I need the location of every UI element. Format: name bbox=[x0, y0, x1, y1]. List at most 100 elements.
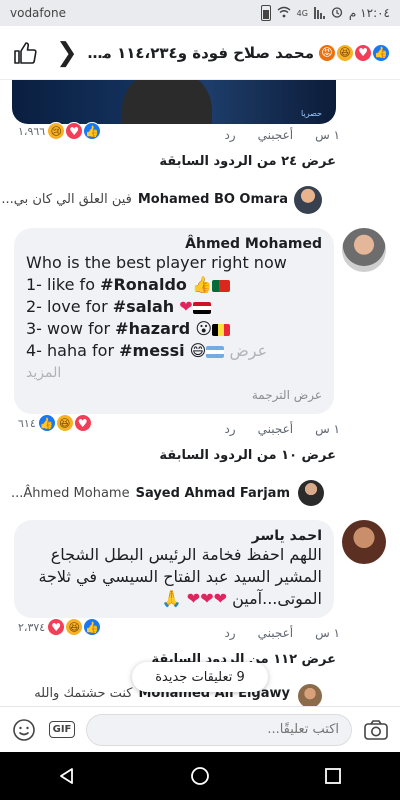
view-previous-replies[interactable]: عرض ١٠ من الردود السابقة bbox=[159, 448, 336, 463]
post-reaction-count: ١،٩٦٦ bbox=[18, 124, 46, 138]
wow-face-icon: 😮 bbox=[195, 319, 212, 338]
avatar[interactable] bbox=[294, 186, 322, 214]
comment-reaction-summary[interactable]: ٢،٣٧٤ ♥ 😆 👍 bbox=[18, 618, 102, 636]
header-title: محمد صلاح فودة و١١٤،٢٣٤ من الأ... bbox=[86, 43, 314, 62]
like-reaction-icon: 👍 bbox=[83, 122, 102, 140]
heart-icon: ❤ bbox=[179, 297, 193, 316]
status-left: vodafone bbox=[10, 6, 66, 20]
like-reaction-icon: 👍 bbox=[372, 43, 390, 62]
love-reaction-icon: ♥ bbox=[354, 43, 372, 62]
haha-reaction-icon: 😆 bbox=[65, 618, 84, 636]
hashtag[interactable]: #hazard bbox=[115, 319, 190, 338]
avatar[interactable] bbox=[298, 480, 324, 506]
comment-reaction-count: ٢،٣٧٤ bbox=[18, 620, 46, 634]
praying-hands-icon: 🙏 bbox=[161, 589, 182, 608]
hashtag[interactable]: #messi bbox=[119, 341, 184, 360]
comment-bubble: Âhmed Mohamed Who is the best player rig… bbox=[14, 228, 334, 414]
comment-time: ١ س bbox=[315, 626, 340, 640]
battery-icon bbox=[260, 5, 271, 21]
avatar[interactable] bbox=[342, 520, 386, 564]
gif-icon[interactable]: GIF bbox=[48, 716, 76, 744]
emoji-icon[interactable] bbox=[10, 716, 38, 744]
post-reply-link[interactable]: رد bbox=[224, 128, 235, 142]
comment-like-link[interactable]: أعجبني bbox=[258, 626, 293, 640]
comment-input[interactable] bbox=[86, 713, 352, 746]
see-more-link-2[interactable]: المزيد bbox=[26, 362, 322, 384]
comment-composer: GIF bbox=[0, 706, 400, 752]
view-previous-replies[interactable]: عرض ٢٤ من الردود السابقة bbox=[159, 154, 336, 169]
avatar[interactable] bbox=[298, 684, 322, 708]
reply-author[interactable]: Sayed Ahmad Farjam bbox=[136, 486, 290, 501]
heart-icon: ❤❤❤ bbox=[186, 589, 227, 608]
reply-preview[interactable]: Mohamed BO Omara فين العلق الي كان بي... bbox=[1, 192, 288, 207]
comment-bubble: احمد ياسر اللهم احفظ فخامة الرئيس البطل … bbox=[14, 520, 334, 618]
gif-label: GIF bbox=[48, 721, 76, 738]
comment-line: 2- love for #salah ❤ bbox=[26, 296, 322, 318]
option-text: 2- love for bbox=[26, 297, 113, 316]
option-text: 1- like fo bbox=[26, 275, 101, 294]
wifi-icon bbox=[277, 6, 291, 21]
post-actions: ١ س أعجبني رد bbox=[200, 128, 340, 142]
back-triangle-icon[interactable] bbox=[47, 756, 87, 796]
reply-preview[interactable]: Sayed Ahmad Farjam Âhmed Mohame... bbox=[11, 486, 290, 501]
option-text: 3- wow for bbox=[26, 319, 116, 338]
comment-line: المشير السيد عبد الفتاح السيسي في ثلاجة bbox=[38, 567, 322, 586]
like-reaction-icon: 👍 bbox=[83, 618, 102, 636]
hashtag[interactable]: #salah bbox=[113, 297, 174, 316]
comment-line: Who is the best player right now bbox=[26, 253, 287, 272]
see-translation-link[interactable]: عرض الترجمة bbox=[26, 388, 322, 402]
option-text: 4- haha for bbox=[26, 341, 120, 360]
signal-icon bbox=[313, 7, 325, 19]
comment-actions: ١ س أعجبني رد bbox=[200, 626, 340, 640]
header-reactions[interactable]: 😡 😆 ♥ 👍 bbox=[318, 43, 390, 62]
avatar[interactable] bbox=[342, 228, 386, 272]
angry-reaction-icon: 😡 bbox=[318, 43, 336, 62]
recents-square-icon[interactable] bbox=[313, 756, 353, 796]
comment-reaction-summary[interactable]: ٦١٤ 👍 😆 ♥ bbox=[18, 414, 92, 432]
comment-reply-link[interactable]: رد bbox=[224, 626, 235, 640]
carrier-label: vodafone bbox=[10, 6, 66, 20]
comment-line: 1- like fo #Ronaldo 👍 bbox=[26, 274, 322, 296]
comment-reply-link[interactable]: رد bbox=[224, 422, 235, 436]
status-right: ١٢:٠٤ م 4G bbox=[260, 5, 390, 21]
new-comments-pill[interactable]: 9 تعليقات جديدة bbox=[132, 662, 268, 692]
camera-icon[interactable] bbox=[362, 716, 390, 744]
comment-author[interactable]: Âhmed Mohamed bbox=[26, 236, 322, 252]
reply-text: Âhmed Mohame... bbox=[10, 486, 130, 501]
haha-reaction-icon: 😆 bbox=[336, 43, 354, 62]
sad-reaction-icon: 😢 bbox=[47, 122, 66, 140]
love-reaction-icon: ♥ bbox=[73, 414, 92, 432]
comment-text: الموتى...آمين bbox=[232, 589, 322, 608]
comment-line: اللهم احفظ فخامة الرئيس البطل الشجاع bbox=[50, 545, 322, 564]
belgium-flag-icon bbox=[212, 323, 230, 336]
home-circle-icon[interactable] bbox=[180, 756, 220, 796]
egypt-flag-icon bbox=[192, 301, 211, 314]
comment-like-link[interactable]: أعجبني bbox=[258, 422, 293, 436]
person-figure bbox=[122, 80, 212, 124]
clock: ١٢:٠٤ م bbox=[348, 6, 390, 20]
back-chevron-icon[interactable]: ❯ bbox=[56, 38, 78, 68]
thumbs-up-icon: 👍 bbox=[192, 275, 212, 294]
network-type: 4G bbox=[296, 8, 308, 18]
image-caption: حصريا bbox=[301, 109, 322, 118]
like-thumb-icon[interactable] bbox=[10, 38, 40, 68]
love-reaction-icon: ♥ bbox=[47, 618, 66, 636]
portugal-flag-icon bbox=[211, 279, 230, 292]
comment-time: ١ س bbox=[315, 422, 340, 436]
haha-face-icon: 😄 bbox=[189, 341, 207, 360]
comment-line: 4- haha for #messi 😄 عرض bbox=[26, 340, 322, 362]
love-reaction-icon: ♥ bbox=[65, 122, 84, 140]
post-image[interactable]: حصريا bbox=[12, 80, 336, 124]
hashtag[interactable]: #Ronaldo bbox=[100, 275, 187, 294]
comment-line: الموتى...آمين ❤❤❤ 🙏 bbox=[26, 588, 322, 610]
comment-actions: ١ س أعجبني رد bbox=[200, 422, 340, 436]
comment-author[interactable]: احمد ياسر bbox=[26, 528, 322, 544]
post-like-link[interactable]: أعجبني bbox=[258, 128, 293, 142]
alarm-icon bbox=[331, 6, 343, 21]
reply-text: فين العلق الي كان بي... bbox=[1, 192, 132, 207]
see-more-link[interactable]: عرض bbox=[229, 341, 267, 360]
comment-reaction-count: ٦١٤ bbox=[18, 416, 36, 430]
reply-author[interactable]: Mohamed BO Omara bbox=[138, 192, 288, 207]
argentina-flag-icon bbox=[206, 345, 225, 358]
post-reaction-summary[interactable]: ١،٩٦٦ 😢 ♥ 👍 bbox=[18, 122, 102, 140]
